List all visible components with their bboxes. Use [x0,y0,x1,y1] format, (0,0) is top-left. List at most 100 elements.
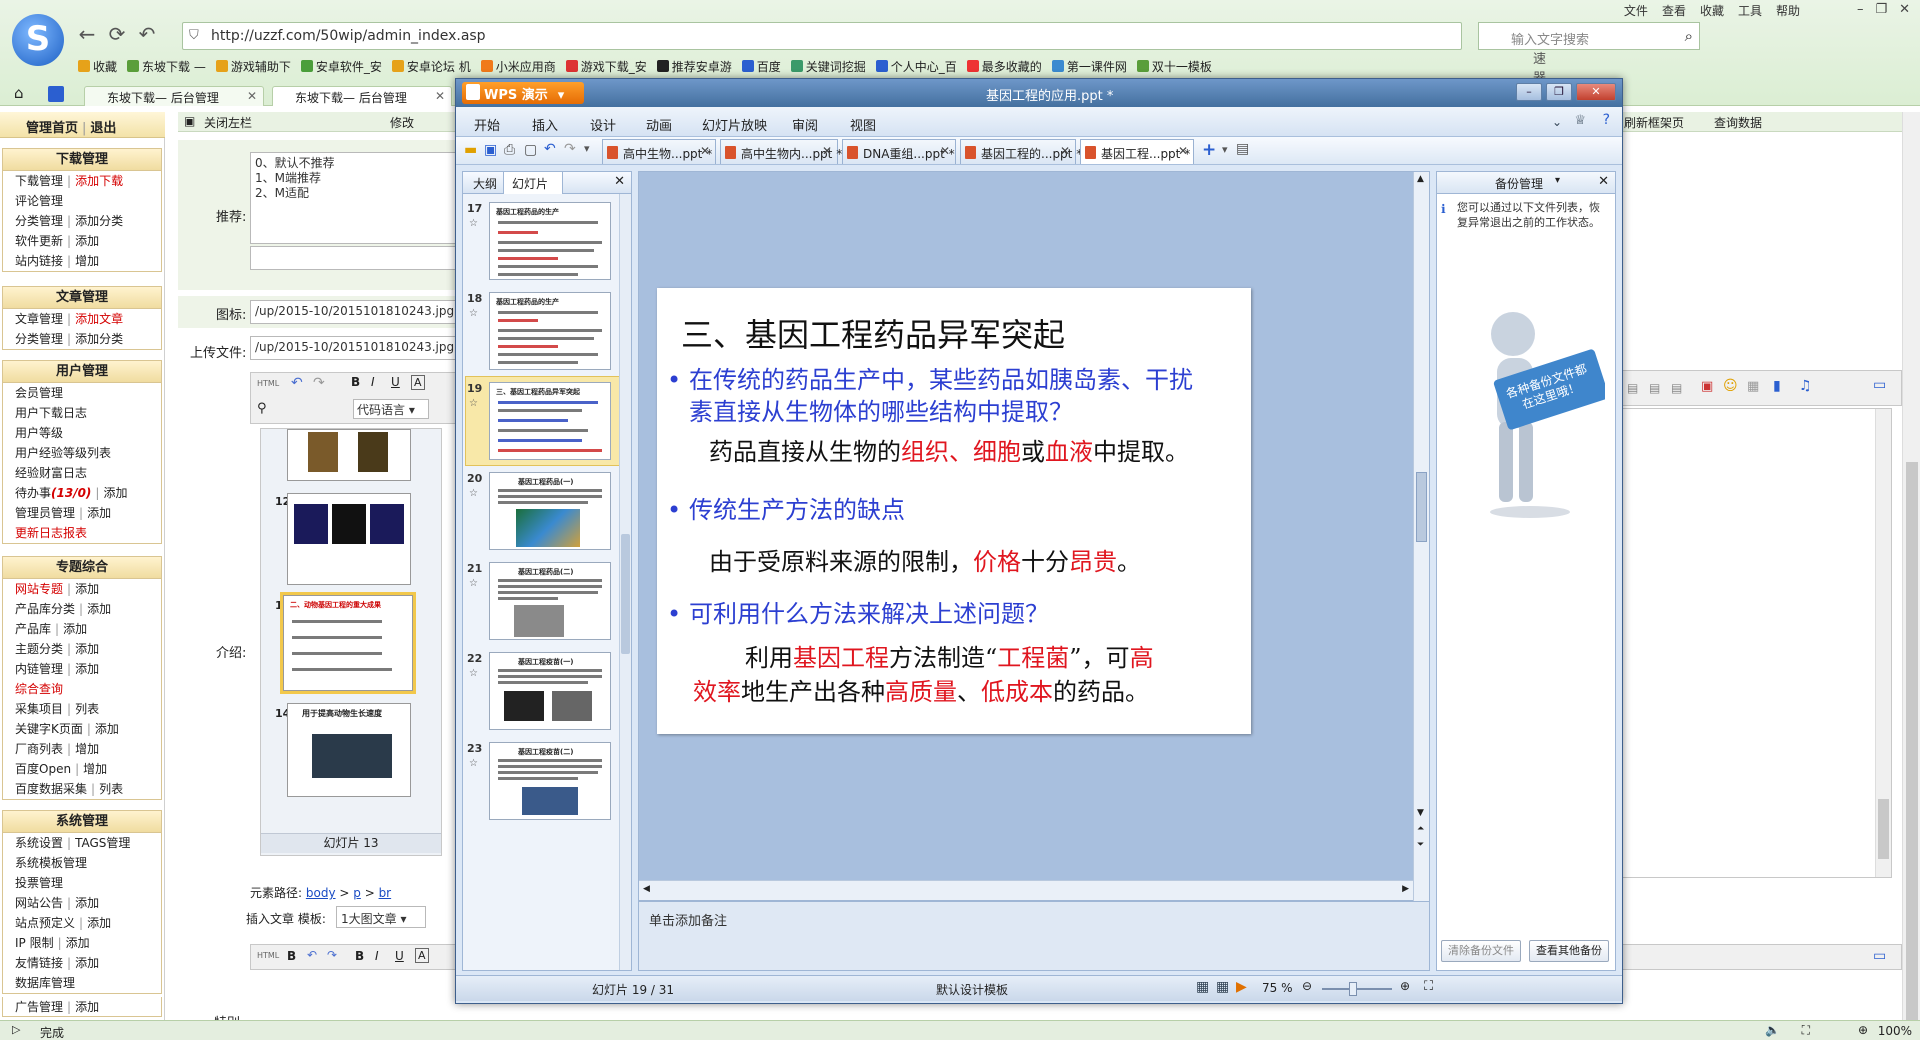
scroll-down-icon[interactable]: ▼ [1417,808,1424,818]
page-zoom[interactable]: 100% [1878,1024,1912,1038]
editor-scrollbar[interactable] [1875,409,1891,877]
embedded-thumb[interactable] [287,493,411,585]
html-icon[interactable]: HTML [257,951,279,960]
fit-window-icon[interactable]: ⛶ [1424,979,1433,994]
close-tab-icon[interactable]: ✕ [1060,144,1070,158]
template-select[interactable]: 1大图文章 ▾ [336,906,426,928]
undo-icon[interactable]: ↶ [134,22,160,48]
align-icon[interactable]: ▤ [1627,381,1638,395]
tab-list-icon[interactable]: ▾ [1222,143,1228,156]
search-icon[interactable]: ⌕ [1685,27,1693,45]
italic-icon[interactable]: I [371,375,375,389]
scroll-right-icon[interactable]: ▶ [1402,884,1409,894]
slide-question-2[interactable]: 传统生产方法的缺点 [667,494,905,526]
favorite-item[interactable]: 东坡下载 — [127,58,206,75]
minimize-icon[interactable]: – [1857,2,1864,17]
code-language-select[interactable]: 代码语言 ▾ [353,399,429,419]
right-editor-area[interactable] [1622,408,1892,878]
slide-title[interactable]: 三、基因工程药品异军突起 [681,310,1065,356]
menu-start[interactable]: 开始 [474,115,500,134]
close-icon[interactable]: ✕ [1899,2,1910,17]
redo-icon[interactable]: ↷ [564,141,576,157]
pane-toggle-icon[interactable]: ▤ [1236,141,1249,157]
normal-view-icon[interactable]: ▦ [1196,979,1209,995]
listbox-option[interactable]: 0、默认不推荐 [255,156,455,171]
slide-canvas[interactable]: 三、基因工程药品异军突起 在传统的药品生产中，某些药品如胰岛素、干扰素直接从生物… [657,288,1251,734]
favorite-item[interactable]: 关键词挖掘 [790,58,866,75]
redo-icon[interactable]: ↷ [313,375,325,391]
favorite-item[interactable]: 双十一模板 [1136,58,1212,75]
scroll-thumb[interactable] [1906,462,1918,1022]
slide-question-3[interactable]: 可利用什么方法来解决上述问题？ [667,598,1049,630]
menu-animation[interactable]: 动画 [646,115,672,134]
close-tab-icon[interactable]: ✕ [822,144,832,158]
close-tab-icon[interactable]: ✕ [940,144,950,158]
tab-slides-active[interactable]: 幻灯片 [503,172,563,194]
dropdown-icon[interactable]: ▾ [1555,175,1560,186]
skin-icon[interactable]: ♕ [1574,113,1586,128]
zoom-out-icon[interactable]: ⊖ [1302,979,1312,993]
bold-icon[interactable]: B [355,949,364,963]
refresh-frame-link[interactable]: 刷新框架页 [1624,114,1684,131]
slide-answer-2[interactable]: 由于受原料来源的限制，价格十分昂贵。 [709,546,1141,578]
close-tab-icon[interactable]: ✕ [700,144,710,158]
doc-tab[interactable]: 基因工程的...ppt * ✕ [960,139,1082,164]
doc-tab-active[interactable]: 基因工程...ppt * ✕ [1080,139,1194,164]
close-icon[interactable]: ✕ [1576,83,1616,101]
backup-title[interactable]: 备份管理 [1495,175,1543,192]
view-other-backup-button[interactable]: 查看其他备份 [1529,940,1609,962]
menu-help[interactable]: 帮助 [1776,2,1800,19]
align-icon[interactable]: ▤ [1671,381,1682,395]
undo-icon[interactable]: ↶ [291,375,303,391]
design-template[interactable]: 默认设计模板 [936,981,1008,998]
editor-horizontal-scrollbar[interactable]: ◀ ▶ [639,880,1413,900]
path-body-link[interactable]: body [306,886,336,900]
favorite-item[interactable]: 小米应用商 [480,58,556,75]
prev-slide-icon[interactable]: ⏶ [1417,824,1424,834]
redo-icon[interactable]: ↷ [327,948,337,962]
slide-thumb-20[interactable]: 基因工程药品(一) [489,472,611,550]
slide-thumb-17[interactable]: 基因工程药品的生产 [489,202,611,280]
back-icon[interactable]: ← [74,22,100,48]
embedded-thumb[interactable] [287,429,411,481]
browser-tab[interactable]: 东坡下载— 后台管理 ✕ [84,86,264,106]
scroll-up-icon[interactable]: ▲ [1417,174,1424,184]
favorite-item[interactable]: 第一课件网 [1051,58,1127,75]
undo-icon[interactable]: ↶ [544,141,556,157]
slide-answer-3-line1[interactable]: 利用基因工程方法制造“工程菌”，可高 [745,642,1154,674]
slide-answer-3-line2[interactable]: 效率地生产出各种高质量、低成本的药品。 [693,676,1149,708]
logout-link[interactable]: 退出 [90,121,116,136]
query-data-link[interactable]: 查询数据 [1714,114,1762,131]
recommend-extra-field[interactable] [250,246,460,270]
close-pane-icon[interactable]: ✕ [614,174,625,189]
close-pane-icon[interactable]: ✕ [1598,174,1609,189]
address-bar[interactable]: ⛉ http://uzzf.com/50wip/admin_index.asp … [182,22,1630,86]
zoom-slider[interactable] [1322,988,1392,990]
browser-tab-active[interactable]: 东坡下载— 后台管理 ✕ [272,86,452,106]
screenshot-icon[interactable]: ⛶ [1802,1023,1810,1038]
icon-path-input[interactable]: /up/2015-10/2015101810243.jpg [250,300,460,324]
favorite-item[interactable]: 游戏下载_安 [565,58,647,75]
menu-view[interactable]: 查看 [1662,2,1686,19]
preview-icon[interactable]: ▢ [524,142,537,158]
doc-tab[interactable]: DNA重组...ppt * ✕ [842,139,956,164]
wps-app-button[interactable]: WPS 演示 ▾ [462,82,584,104]
music-icon[interactable]: ♫ [1799,378,1812,394]
bold-icon[interactable]: B [351,375,360,389]
close-left-link[interactable]: 关闭左栏 [204,114,252,131]
paw-icon[interactable] [48,86,64,102]
doc-tab[interactable]: 高中生物内...ppt * ✕ [720,139,842,164]
slide-thumb-22[interactable]: 基因工程疫苗(一) [489,652,611,730]
emoji-icon[interactable]: ☺ [1723,378,1738,394]
html-icon[interactable]: HTML [257,379,279,388]
page-scrollbar[interactable] [1902,112,1920,1022]
admin-home-link[interactable]: 管理首页 [26,121,78,136]
slide-thumb-19-selected[interactable]: 三、基因工程药品异军突起 [489,382,611,460]
upload-path-input[interactable]: /up/2015-10/2015101810243.jpg [250,336,460,360]
scroll-left-icon[interactable]: ◀ [643,884,650,894]
doc-tab[interactable]: 高中生物...ppt * ✕ [602,139,716,164]
open-icon[interactable]: ▬ [464,142,477,158]
minimize-icon[interactable]: – [1516,83,1542,101]
slide-thumb-18[interactable]: 基因工程药品的生产 [489,292,611,370]
dropdown-icon[interactable]: ▾ [584,142,590,155]
